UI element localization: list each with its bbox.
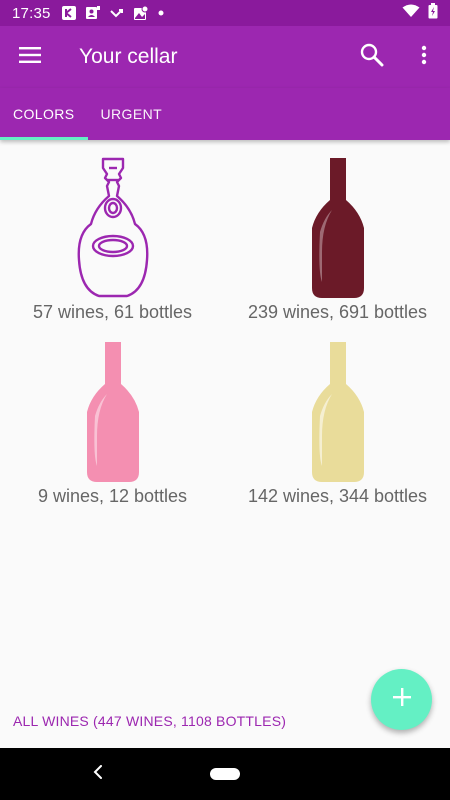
white-wine-bottle-icon bbox=[311, 342, 364, 482]
wine-color-rose-label: 9 wines, 12 bottles bbox=[37, 486, 188, 506]
add-wine-button[interactable] bbox=[371, 669, 432, 730]
kindle-icon bbox=[61, 5, 77, 21]
wine-color-grid: 57 wines, 61 bottles 239 wines, 691 bott… bbox=[0, 140, 450, 748]
notification-icons bbox=[61, 5, 165, 21]
tab-colors[interactable]: COLORS bbox=[0, 88, 88, 140]
more-vert-icon bbox=[421, 45, 427, 70]
wine-color-outline-label: 57 wines, 61 bottles bbox=[32, 302, 193, 322]
status-time: 17:35 bbox=[12, 4, 51, 22]
wine-color-red[interactable]: 239 wines, 691 bottles bbox=[225, 156, 450, 323]
nav-back-button[interactable] bbox=[86, 762, 110, 786]
menu-icon bbox=[19, 46, 41, 68]
location-image-icon bbox=[133, 5, 149, 21]
wine-color-white-label: 142 wines, 344 bottles bbox=[247, 486, 428, 506]
all-wines-link[interactable]: ALL WINES (447 WINES, 1108 BOTTLES) bbox=[13, 713, 286, 729]
menu-button[interactable] bbox=[0, 26, 60, 88]
rose-wine-bottle-icon bbox=[86, 342, 139, 482]
missed-call-icon bbox=[109, 5, 125, 21]
wine-color-white[interactable]: 142 wines, 344 bottles bbox=[225, 340, 450, 507]
search-icon bbox=[359, 42, 385, 73]
outline-bottle-icon bbox=[77, 157, 148, 298]
wine-color-red-label: 239 wines, 691 bottles bbox=[247, 302, 428, 322]
wine-color-outline[interactable]: 57 wines, 61 bottles bbox=[0, 156, 225, 323]
more-options-button[interactable] bbox=[400, 33, 448, 81]
tab-bar: COLORS URGENT bbox=[0, 88, 450, 140]
status-bar: 17:35 bbox=[0, 0, 450, 26]
wifi-icon bbox=[402, 4, 420, 22]
back-icon bbox=[93, 764, 103, 784]
navigation-bar bbox=[0, 748, 450, 800]
search-button[interactable] bbox=[348, 33, 396, 81]
red-wine-bottle-icon bbox=[311, 158, 364, 298]
plus-icon bbox=[392, 687, 412, 712]
dot-icon bbox=[157, 9, 165, 17]
tab-urgent-label: URGENT bbox=[100, 106, 163, 122]
home-pill-icon[interactable] bbox=[210, 768, 240, 780]
battery-icon bbox=[428, 3, 438, 23]
app-bar: Your cellar bbox=[0, 26, 450, 88]
account-box-icon bbox=[85, 5, 101, 21]
tab-colors-label: COLORS bbox=[13, 106, 75, 122]
wine-color-rose[interactable]: 9 wines, 12 bottles bbox=[0, 340, 225, 507]
tab-urgent[interactable]: URGENT bbox=[88, 88, 176, 140]
app-title: Your cellar bbox=[79, 45, 178, 68]
